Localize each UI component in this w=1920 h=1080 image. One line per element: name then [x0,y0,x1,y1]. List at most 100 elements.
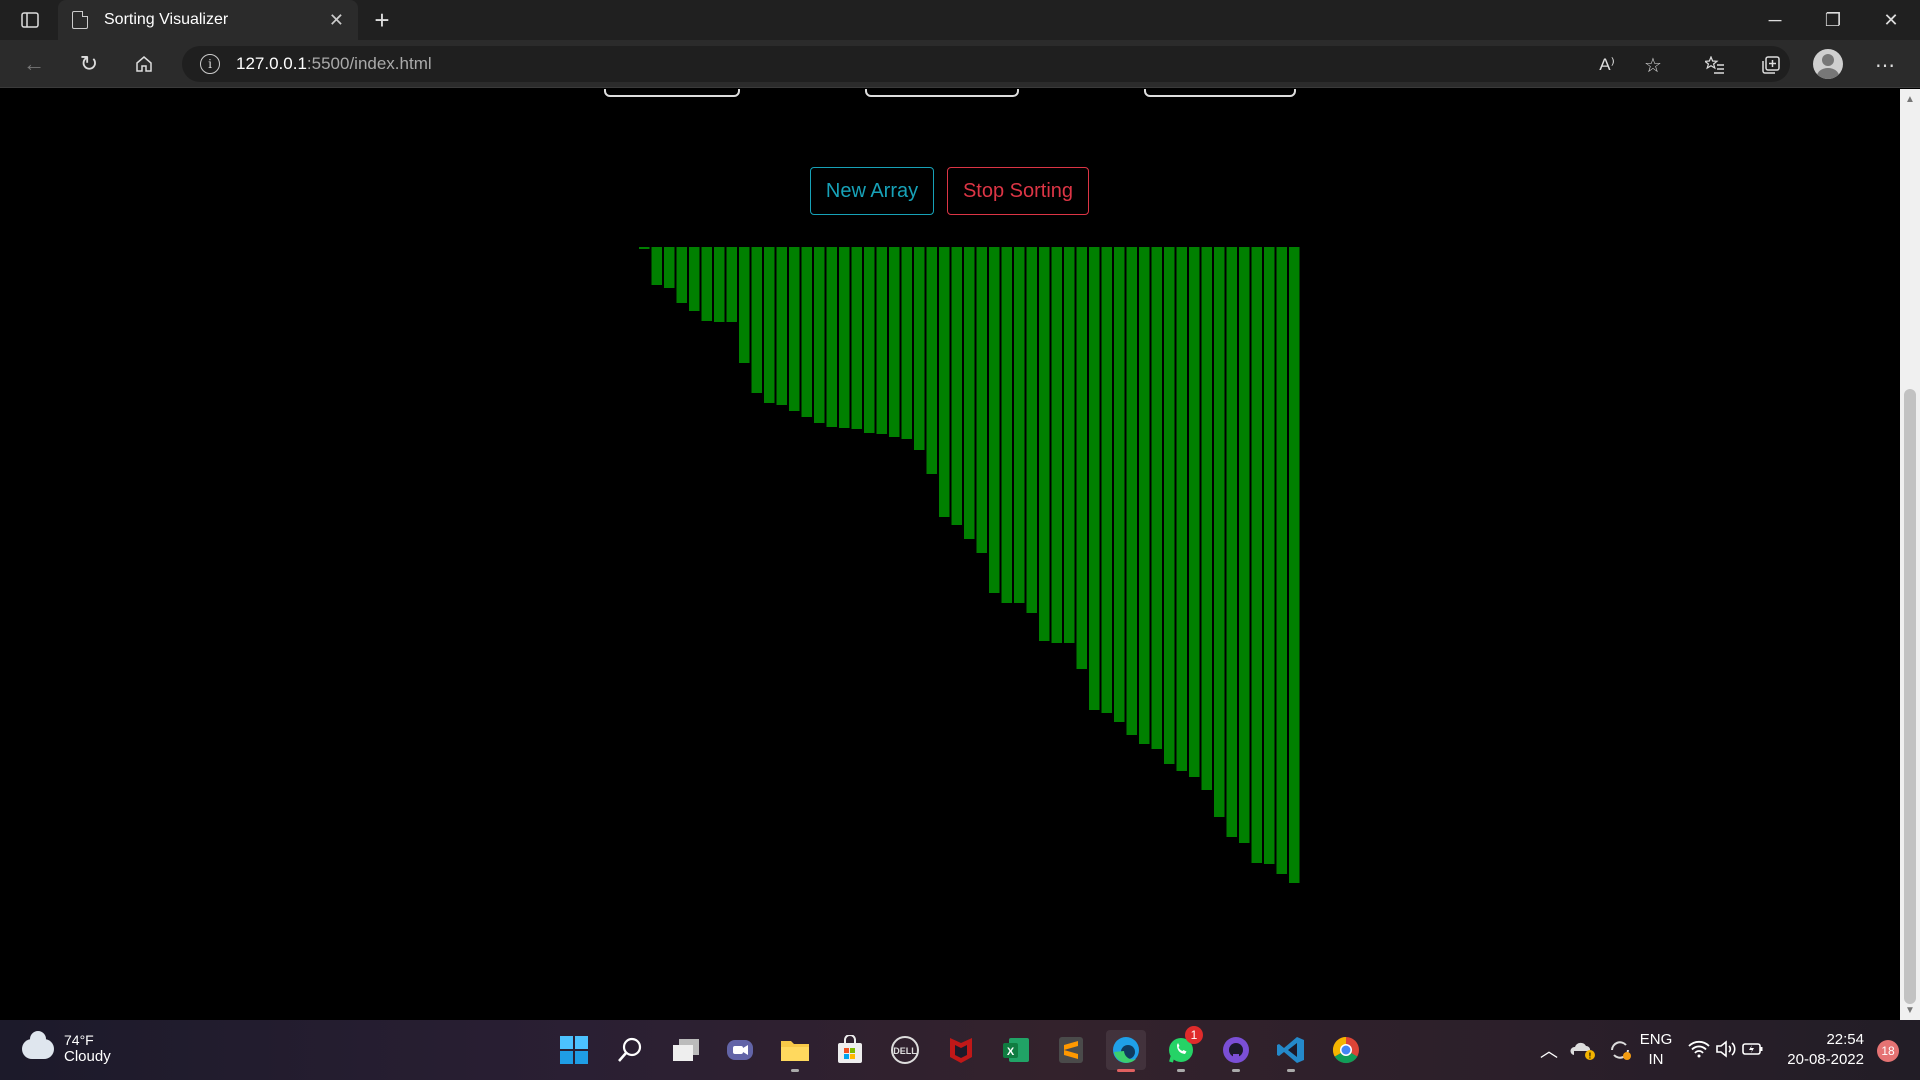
tab-bar: Sorting Visualizer ✕ + ─ ❐ ✕ [0,0,1920,40]
array-bar [1276,247,1287,874]
search-icon[interactable] [610,1030,650,1070]
read-aloud-icon[interactable]: A⁾ [1592,50,1622,80]
vscode-icon[interactable] [1271,1030,1311,1072]
vertical-scrollbar[interactable]: ▲ ▼ [1900,89,1920,1020]
task-view-icon[interactable] [666,1030,706,1070]
back-button[interactable]: ← [16,48,52,80]
favorites-icon[interactable] [1700,50,1730,80]
svg-text:!: ! [1589,1052,1592,1061]
refresh-button[interactable]: ↻ [71,48,107,80]
add-favorite-icon[interactable]: ☆ [1638,50,1668,80]
sublime-text-icon[interactable] [1051,1030,1091,1070]
home-button[interactable] [126,48,162,80]
array-bar [1101,247,1112,713]
github-desktop-icon[interactable] [1216,1030,1256,1072]
excel-icon[interactable]: X [996,1030,1036,1070]
tab-actions-icon[interactable] [12,8,48,32]
array-bar [1139,247,1150,744]
array-bar [664,247,675,288]
array-bar [914,247,925,450]
svg-text:DELL: DELL [893,1046,917,1056]
store-icon[interactable] [830,1030,870,1070]
running-indicator [1117,1069,1135,1072]
scroll-down-icon[interactable]: ▼ [1900,1002,1920,1018]
array-bar [1251,247,1262,863]
wifi-icon[interactable] [1688,1040,1710,1062]
start-icon[interactable] [554,1030,594,1070]
minimize-button[interactable]: ─ [1746,0,1804,40]
array-bar [801,247,812,417]
array-bar [1201,247,1212,790]
array-bar [1064,247,1075,643]
array-bar [826,247,837,427]
array-bar [1151,247,1162,749]
sync-icon[interactable] [1608,1038,1632,1066]
mcafee-icon[interactable] [941,1030,981,1070]
region: IN [1648,1051,1664,1068]
site-info-icon[interactable]: i [200,54,220,74]
show-hidden-icons[interactable]: ︿ [1540,1037,1558,1063]
running-indicator [791,1069,799,1072]
array-bar [1039,247,1050,641]
close-window-button[interactable]: ✕ [1862,0,1920,40]
clock[interactable]: 22:54 20-08-2022 [1782,1030,1864,1070]
notification-badge[interactable]: 18 [1877,1040,1899,1062]
battery-icon[interactable] [1742,1040,1764,1062]
edge-icon[interactable] [1106,1030,1146,1072]
array-bar [1176,247,1187,771]
array-bar [889,247,900,437]
more-menu-icon[interactable]: ⋯ [1870,50,1900,80]
collections-icon[interactable] [1756,50,1786,80]
svg-text:X: X [1007,1046,1015,1058]
teams-chat-icon[interactable] [720,1030,760,1070]
weather-temp: 74°F [64,1032,94,1048]
clock-date: 20-08-2022 [1787,1051,1864,1068]
weather-condition: Cloudy [64,1048,111,1065]
file-explorer-icon[interactable] [775,1030,815,1072]
array-bar [701,247,712,321]
array-bar [714,247,725,322]
array-bar [1126,247,1137,735]
close-tab-icon[interactable]: ✕ [329,10,344,31]
array-bar [1051,247,1062,643]
url-host: 127.0.0.1 [236,54,307,73]
array-bar [689,247,700,311]
browser-tab[interactable]: Sorting Visualizer ✕ [58,0,358,40]
chrome-icon[interactable] [1326,1030,1366,1070]
restore-button[interactable]: ❐ [1804,0,1862,40]
new-tab-button[interactable]: + [366,4,398,36]
cloud-icon [22,1030,54,1059]
running-indicator [1232,1069,1240,1072]
page-icon [72,11,88,29]
array-bar [1026,247,1037,613]
tab-title: Sorting Visualizer [104,11,229,28]
whatsapp-icon[interactable]: 1 [1161,1026,1203,1072]
bars-chart [639,247,1300,883]
array-bar [851,247,862,429]
array-bar [1089,247,1100,710]
array-bar [1164,247,1175,764]
scroll-thumb[interactable] [1904,389,1916,1004]
volume-icon[interactable] [1715,1039,1737,1063]
dell-icon[interactable]: DELL [885,1030,925,1070]
windows-taskbar: 74°F Cloudy DELL X 1 ︿ ! ENG IN 22:54 20… [0,1020,1920,1080]
array-bar [1239,247,1250,843]
language-indicator[interactable]: ENG IN [1636,1030,1676,1070]
browser-toolbar: ← ↻ i 127.0.0.1:5500/index.html A⁾ ☆ ⋯ [0,40,1920,88]
weather-widget[interactable]: 74°F Cloudy [22,1030,111,1065]
array-bar [939,247,950,517]
array-bar [951,247,962,525]
array-bar [726,247,737,322]
address-bar[interactable]: i 127.0.0.1:5500/index.html [182,46,1790,82]
array-bar [764,247,775,403]
array-bar [976,247,987,553]
whatsapp-badge: 1 [1185,1026,1203,1044]
array-bar [1289,247,1300,883]
onedrive-warning-icon[interactable]: ! [1570,1040,1596,1064]
running-indicator [1287,1069,1295,1072]
page-viewport: New Array Stop Sorting [0,89,1900,1020]
array-bar [639,247,650,249]
profile-avatar[interactable] [1813,49,1843,79]
scroll-up-icon[interactable]: ▲ [1900,91,1920,107]
array-bar [1189,247,1200,777]
